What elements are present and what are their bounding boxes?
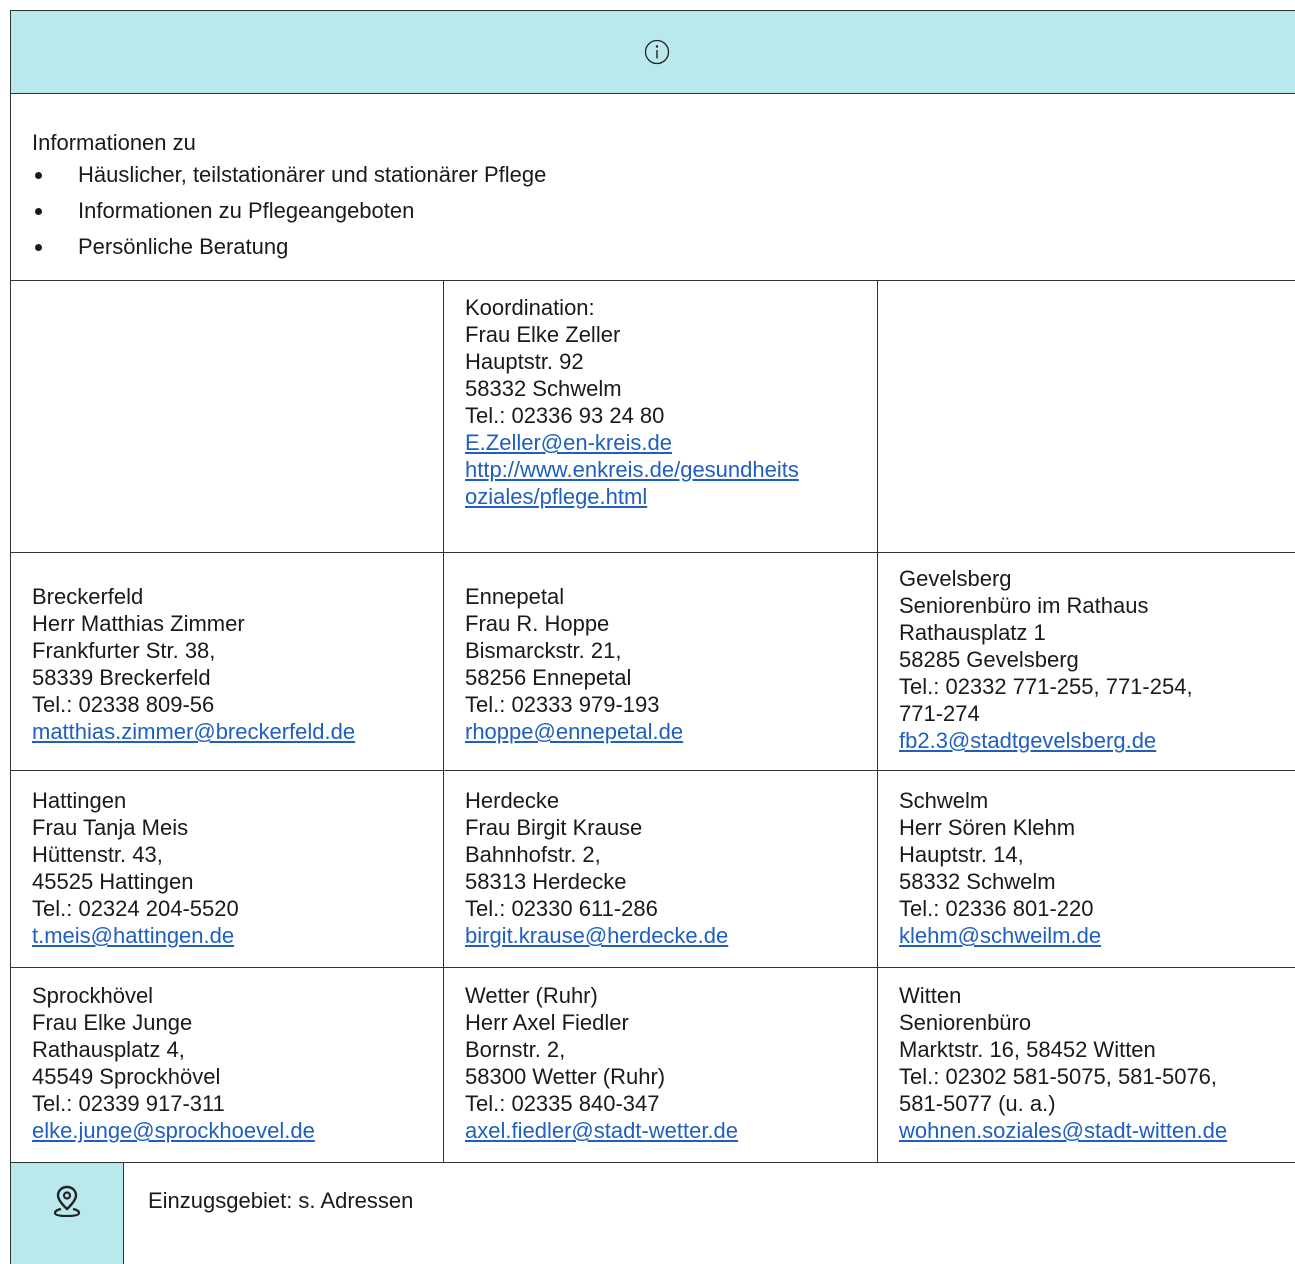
contact-city: Witten [899,983,962,1008]
table-row: Hattingen Frau Tanja Meis Hüttenstr. 43,… [10,771,1295,968]
contact-city: Schwelm [899,788,989,813]
coordination-cell: Koordination: Frau Elke Zeller Hauptstr.… [444,280,878,552]
table-row: Breckerfeld Herr Matthias Zimmer Frankfu… [10,553,1295,771]
contact-street: Bismarckstr. 21, [465,638,622,663]
contact-city: Gevelsberg [899,566,1012,591]
contact-city: Sprockhövel [32,983,154,1008]
coord-name: Frau Elke Zeller [465,322,621,347]
contact-name: Frau Elke Junge [32,1010,193,1035]
contact-email-link[interactable]: t.meis@hattingen.de [32,923,234,948]
contact-cell-hattingen: Hattingen Frau Tanja Meis Hüttenstr. 43,… [11,771,444,967]
bullet-item: Informationen zu Pflegeangeboten [32,193,546,229]
contact-zip-city: 58285 Gevelsberg [899,647,1079,672]
info-header [10,10,1295,94]
contact-email-link[interactable]: axel.fiedler@stadt-wetter.de [465,1118,738,1143]
coord-email-link[interactable]: E.Zeller@en-kreis.de [465,430,672,455]
coord-label: Koordination: [465,295,595,320]
contact-name: Seniorenbüro [899,1010,1032,1035]
pin-box [11,1163,124,1264]
contact-cell-breckerfeld: Breckerfeld Herr Matthias Zimmer Frankfu… [11,553,444,770]
contact-cell-ennepetal: Ennepetal Frau R. Hoppe Bismarckstr. 21,… [444,553,878,770]
contact-street: Rathausplatz 4, [32,1037,185,1062]
contact-zip-city: 58332 Schwelm [899,869,1056,894]
contact-cell-wetter: Wetter (Ruhr) Herr Axel Fiedler Bornstr.… [444,968,878,1162]
empty-cell [11,280,444,552]
contact-phone: Tel.: 02324 204-5520 [32,896,239,921]
contact-zip-city: 58313 Herdecke [465,869,627,894]
contact-email-link[interactable]: rhoppe@ennepetal.de [465,719,683,744]
contact-cell-herdecke: Herdecke Frau Birgit Krause Bahnhofstr. … [444,771,878,967]
contact-email-link[interactable]: elke.junge@sprockhoevel.de [32,1118,315,1143]
contact-zip-city: 58256 Ennepetal [465,665,632,690]
empty-cell [878,280,1295,552]
contact-phone: Tel.: 02335 840-347 [465,1091,660,1116]
contact-street: Bahnhofstr. 2, [465,842,601,867]
contact-cell-sprockhoevel: Sprockhövel Frau Elke Junge Rathausplatz… [11,968,444,1162]
contact-zip-city: 58339 Breckerfeld [32,665,211,690]
contact-name: Herr Matthias Zimmer [32,611,245,636]
contact-zip-city: 45525 Hattingen [32,869,194,894]
contact-cell-schwelm: Schwelm Herr Sören Klehm Hauptstr. 14, 5… [878,771,1295,967]
contact-zip-city: 58300 Wetter (Ruhr) [465,1064,666,1089]
info-icon [644,39,670,65]
catchment-section: Einzugsgebiet: s. Adressen [10,1163,1295,1264]
contact-street: Frankfurter Str. 38, [32,638,216,663]
contact-street: Bornstr. 2, [465,1037,566,1062]
intro-section: Informationen zu Häuslicher, teilstation… [10,93,1295,281]
contact-name: Frau Birgit Krause [465,815,643,840]
contact-phone: Tel.: 02330 611-286 [465,896,658,921]
contact-name: Frau Tanja Meis [32,815,189,840]
intro-bullet-list: Häuslicher, teilstationärer und stationä… [32,157,546,265]
contact-street: Hauptstr. 14, [899,842,1024,867]
contact-email-link[interactable]: klehm@schweilm.de [899,923,1101,948]
contact-street: Hüttenstr. 43, [32,842,163,867]
table-row: Koordination: Frau Elke Zeller Hauptstr.… [10,280,1295,553]
intro-title: Informationen zu [32,130,196,155]
catchment-text: Einzugsgebiet: s. Adressen [148,1188,414,1213]
coord-city: 58332 Schwelm [465,376,622,401]
coord-street: Hauptstr. 92 [465,349,584,374]
coord-url-link-cont[interactable]: oziales/pflege.html [465,484,647,509]
contact-city: Breckerfeld [32,584,144,609]
contact-phone: Tel.: 02333 979-193 [465,692,660,717]
coord-phone: Tel.: 02336 93 24 80 [465,403,665,428]
contact-city: Wetter (Ruhr) [465,983,598,1008]
contact-street: Rathausplatz 1 [899,620,1046,645]
coord-url-link[interactable]: http://www.enkreis.de/gesundheits [465,457,799,482]
contact-city: Herdecke [465,788,560,813]
info-sheet: Informationen zu Häuslicher, teilstation… [10,10,1295,1264]
contact-name: Herr Sören Klehm [899,815,1076,840]
contact-phone-cont: 771-274 [899,701,980,726]
contact-phone: Tel.: 02336 801-220 [899,896,1094,921]
contact-cell-gevelsberg: Gevelsberg Seniorenbüro im Rathaus Ratha… [878,553,1295,770]
contact-email-link[interactable]: fb2.3@stadtgevelsberg.de [899,728,1156,753]
contact-phone: Tel.: 02338 809-56 [32,692,215,717]
contact-city: Hattingen [32,788,127,813]
bullet-item: Häuslicher, teilstationärer und stationä… [32,157,546,193]
contact-zip-city: 45549 Sprockhövel [32,1064,221,1089]
contact-phone: Tel.: 02339 917-311 [32,1091,225,1116]
contact-email-link[interactable]: matthias.zimmer@breckerfeld.de [32,719,355,744]
contact-street: Marktstr. 16, 58452 Witten [899,1037,1156,1062]
contact-cell-witten: Witten Seniorenbüro Marktstr. 16, 58452 … [878,968,1295,1162]
contact-email-link[interactable]: birgit.krause@herdecke.de [465,923,728,948]
bullet-item: Persönliche Beratung [32,229,546,265]
contact-phone: Tel.: 02302 581-5075, 581-5076, [899,1064,1218,1089]
contact-email-link[interactable]: wohnen.soziales@stadt-witten.de [899,1118,1227,1143]
location-pin-icon [53,1185,81,1217]
contact-name: Herr Axel Fiedler [465,1010,629,1035]
contact-phone: Tel.: 02332 771-255, 771-254, [899,674,1193,699]
contact-name: Seniorenbüro im Rathaus [899,593,1149,618]
contact-city: Ennepetal [465,584,565,609]
contact-phone-cont: 581-5077 (u. a.) [899,1091,1056,1116]
table-row: Sprockhövel Frau Elke Junge Rathausplatz… [10,968,1295,1163]
contact-name: Frau R. Hoppe [465,611,610,636]
